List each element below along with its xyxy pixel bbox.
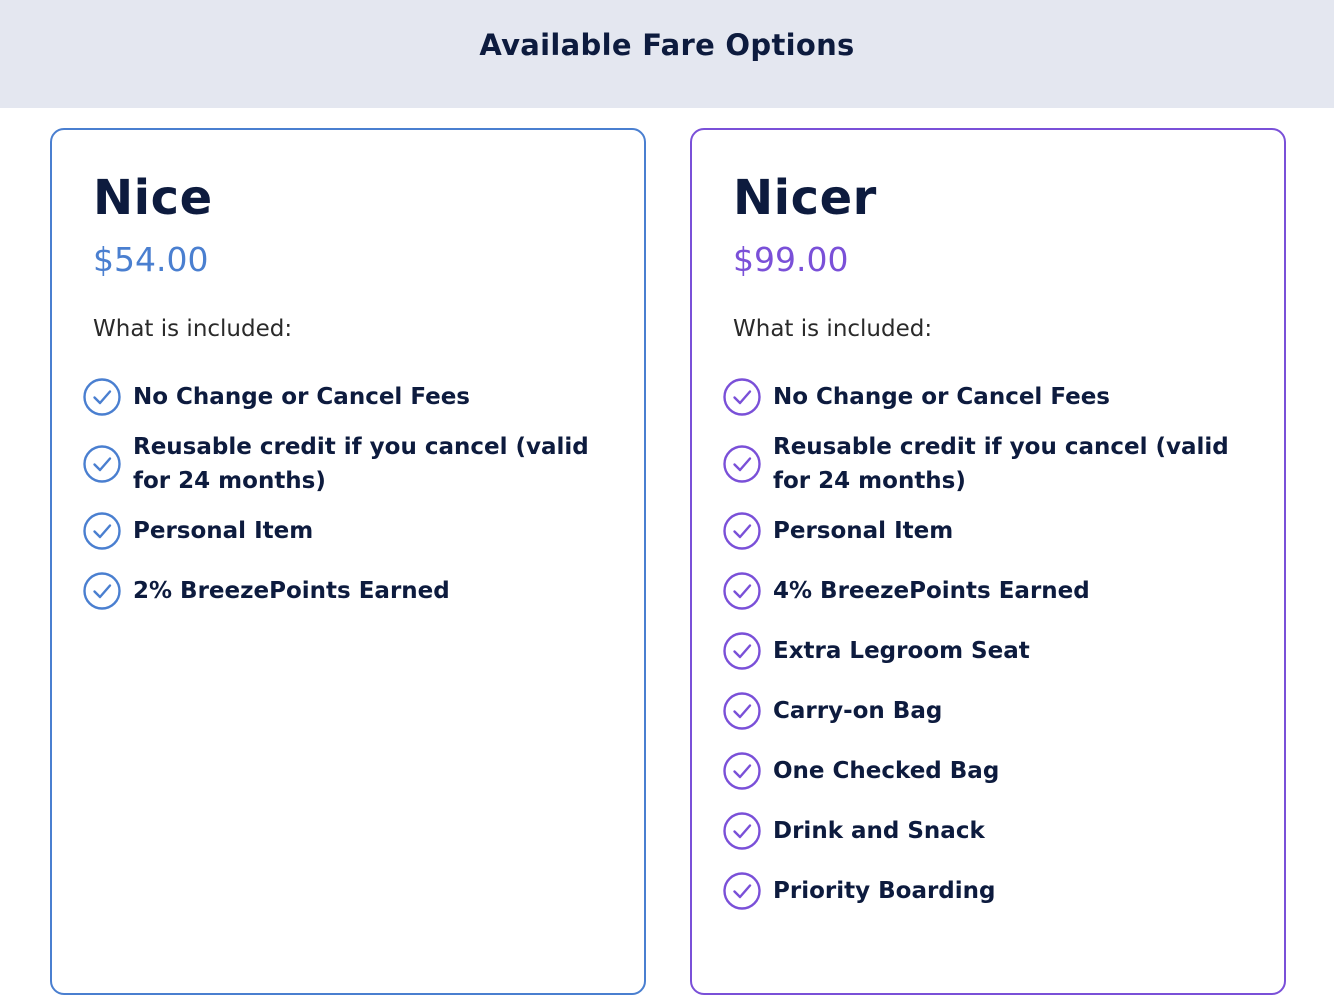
feature-list: No Change or Cancel Fees Reusable credit … [82,370,622,624]
fare-name: Nice [93,170,213,226]
check-circle-icon [82,377,122,417]
feature-text: No Change or Cancel Fees [133,384,470,410]
feature-text: Personal Item [133,518,314,544]
check-circle-icon [722,871,762,911]
feature-text: One Checked Bag [773,758,1000,784]
check-circle-icon [722,444,762,484]
check-circle-icon [722,571,762,611]
feature-item: Priority Boarding [722,864,1262,918]
feature-item: Extra Legroom Seat [722,624,1262,678]
included-label: What is included: [733,316,933,342]
feature-text: Carry-on Bag [773,698,943,724]
feature-text: No Change or Cancel Fees [773,384,1110,410]
page-title: Available Fare Options [479,28,855,62]
feature-text: Drink and Snack [773,818,985,844]
check-circle-icon [722,691,762,731]
feature-item: Drink and Snack [722,804,1262,858]
feature-item: No Change or Cancel Fees [722,370,1262,424]
feature-list: No Change or Cancel Fees Reusable credit … [722,370,1262,924]
check-circle-icon [82,444,122,484]
feature-item: 2% BreezePoints Earned [82,564,622,618]
feature-item: No Change or Cancel Fees [82,370,622,424]
feature-item: Reusable credit if you cancel (valid for… [82,430,622,498]
feature-text: 4% BreezePoints Earned [773,578,1090,604]
included-label: What is included: [93,316,293,342]
feature-item: 4% BreezePoints Earned [722,564,1262,618]
feature-text: Extra Legroom Seat [773,638,1030,664]
check-circle-icon [722,511,762,551]
check-circle-icon [722,377,762,417]
page-header: Available Fare Options [0,0,1334,108]
feature-text: Reusable credit if you cancel (valid for… [133,434,589,494]
check-circle-icon [722,751,762,791]
feature-item: Personal Item [82,504,622,558]
feature-text: Priority Boarding [773,878,996,904]
feature-text: Reusable credit if you cancel (valid for… [773,434,1229,494]
feature-item: Personal Item [722,504,1262,558]
feature-item: Carry-on Bag [722,684,1262,738]
check-circle-icon [722,811,762,851]
fare-price: $54.00 [93,240,209,279]
feature-item: Reusable credit if you cancel (valid for… [722,430,1262,498]
feature-item: One Checked Bag [722,744,1262,798]
feature-text: Personal Item [773,518,954,544]
fare-card-nice[interactable]: Nice $54.00 What is included: No Change … [50,128,646,995]
check-circle-icon [82,511,122,551]
check-circle-icon [722,631,762,671]
fare-name: Nicer [733,170,877,226]
fare-card-nicer[interactable]: Nicer $99.00 What is included: No Change… [690,128,1286,995]
fare-price: $99.00 [733,240,849,279]
feature-text: 2% BreezePoints Earned [133,578,450,604]
check-circle-icon [82,571,122,611]
